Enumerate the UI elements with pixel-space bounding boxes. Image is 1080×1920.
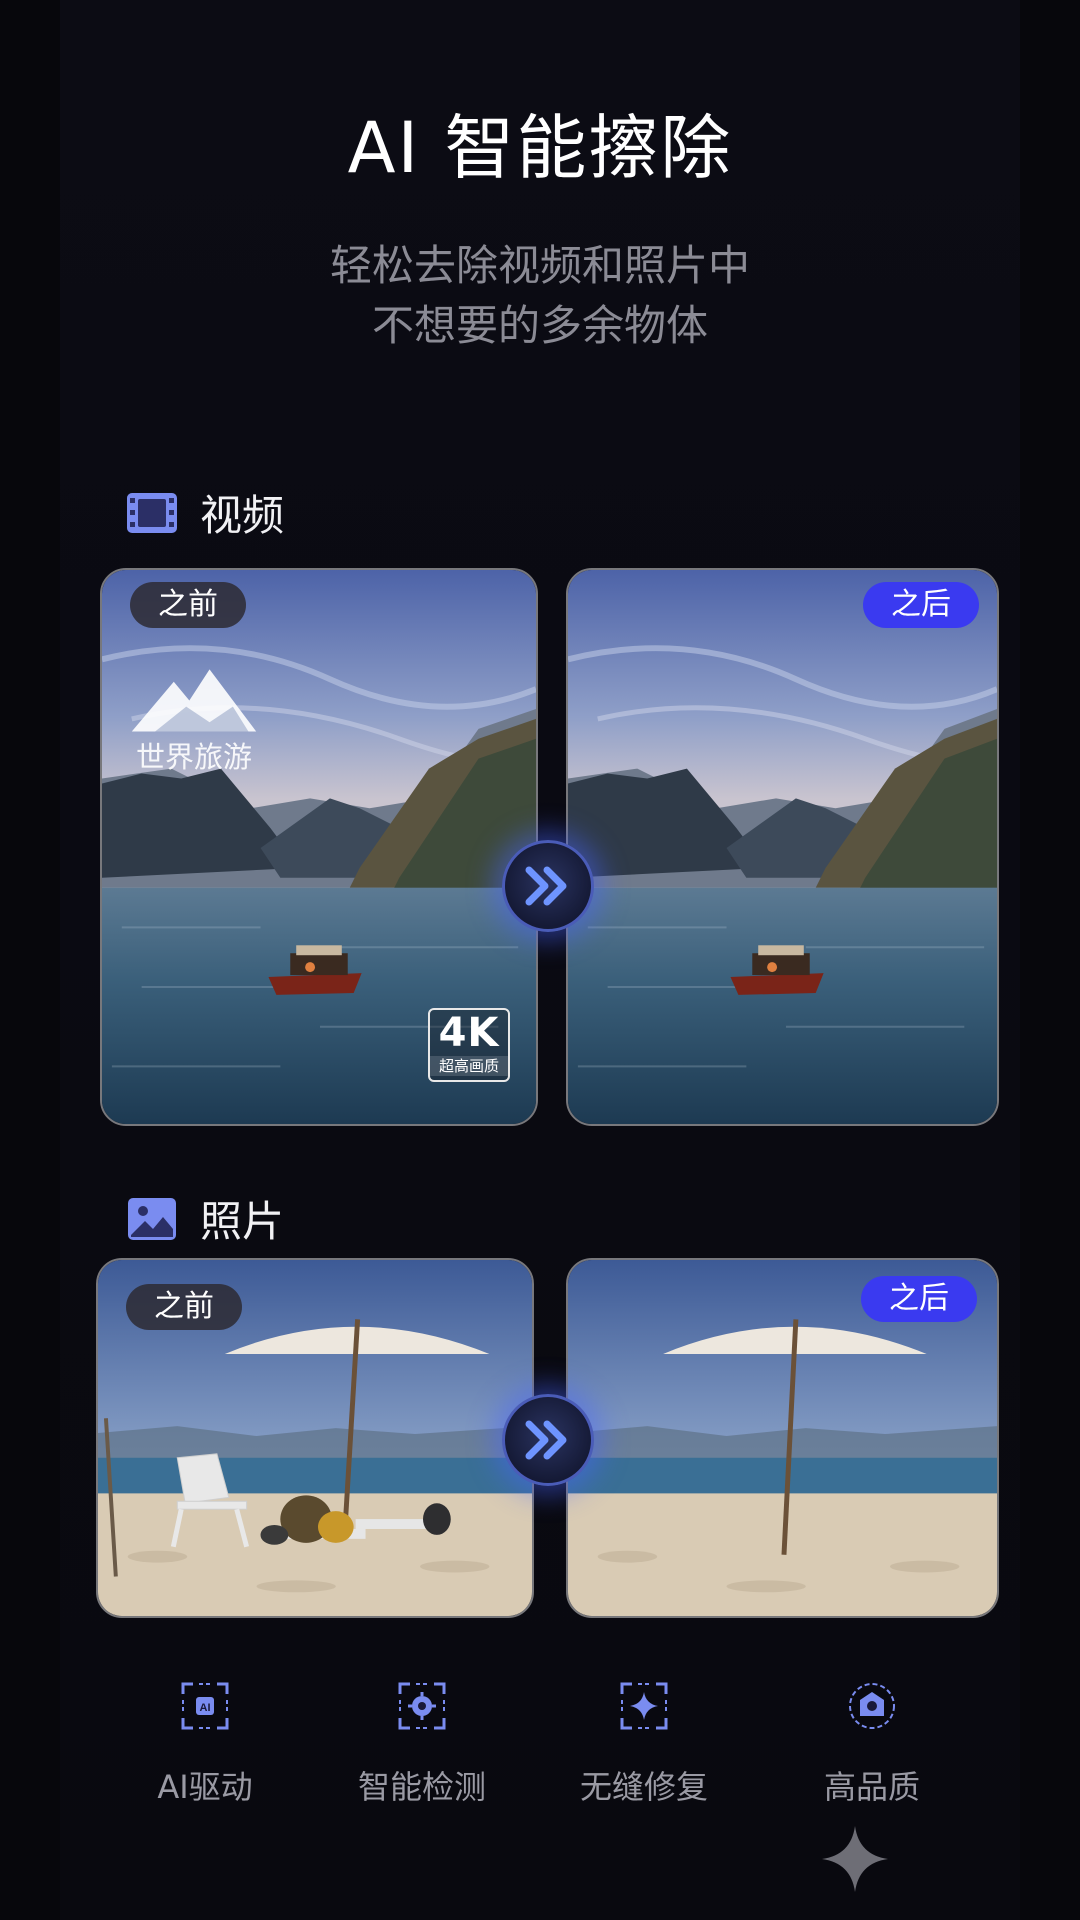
video-after-card[interactable]: 之后 — [566, 568, 999, 1126]
feature-seamless-repair: 无缝修复 — [544, 1680, 744, 1808]
video-before-card[interactable]: 之前 世界旅游 4K 超高画质 — [100, 568, 538, 1126]
app-screen: AI 智能擦除 轻松去除视频和照片中 不想要的多余物体 视频 之前 世界旅游 4… — [0, 0, 1080, 1920]
detect-icon — [396, 1680, 448, 1732]
image-icon — [126, 1196, 178, 1242]
video-section-label: 视频 — [200, 491, 285, 540]
mountain-logo-icon — [131, 669, 257, 732]
film-icon — [126, 490, 178, 536]
double-chevron-right-icon — [525, 1420, 567, 1460]
4k-badge: 4K 超高画质 — [428, 1008, 510, 1082]
video-after-image — [568, 570, 997, 1124]
photo-compare-arrow-button[interactable] — [502, 1394, 594, 1486]
photo-after-card[interactable]: 之后 — [566, 1258, 999, 1618]
feature-label: 无缝修复 — [579, 1768, 708, 1806]
feature-label: AI驱动 — [157, 1768, 253, 1806]
quality-badge-icon — [846, 1680, 898, 1732]
svg-text:AI: AI — [200, 1702, 211, 1714]
feature-list: AI AI驱动 智能检测 无缝修复 高品质 — [100, 1680, 980, 1810]
photo-section-label: 照片 — [200, 1197, 285, 1246]
video-section-header: 视频 — [126, 482, 284, 543]
video-after-tag: 之后 — [863, 582, 979, 628]
double-chevron-right-icon — [525, 866, 567, 906]
feature-high-quality: 高品质 — [772, 1680, 972, 1808]
photo-after-tag: 之后 — [861, 1276, 977, 1322]
photo-section-header: 照片 — [126, 1188, 284, 1249]
subtitle-line-1: 轻松去除视频和照片中 — [329, 241, 750, 290]
video-before-tag: 之前 — [130, 582, 246, 628]
4k-badge-subtext: 超高画质 — [430, 1056, 508, 1076]
feature-ai-driven: AI AI驱动 — [105, 1680, 305, 1808]
4k-badge-text: 4K — [438, 1010, 500, 1056]
subtitle-line-2: 不想要的多余物体 — [371, 301, 708, 350]
repair-sparkle-icon — [618, 1680, 670, 1732]
photo-before-card[interactable]: 之前 — [96, 1258, 534, 1618]
travel-watermark: 世界旅游 — [124, 660, 264, 776]
feature-label: 高品质 — [823, 1768, 920, 1806]
feature-label: 智能检测 — [357, 1768, 486, 1806]
photo-before-tag: 之前 — [126, 1284, 242, 1330]
feature-smart-detect: 智能检测 — [322, 1680, 522, 1808]
video-compare-arrow-button[interactable] — [502, 840, 594, 932]
page-subtitle: 轻松去除视频和照片中 不想要的多余物体 — [0, 236, 1080, 356]
page-title: AI 智能擦除 — [347, 107, 733, 189]
sparkle-icon — [822, 1826, 888, 1892]
ai-scan-icon: AI — [179, 1680, 231, 1732]
watermark-text: 世界旅游 — [135, 739, 252, 774]
